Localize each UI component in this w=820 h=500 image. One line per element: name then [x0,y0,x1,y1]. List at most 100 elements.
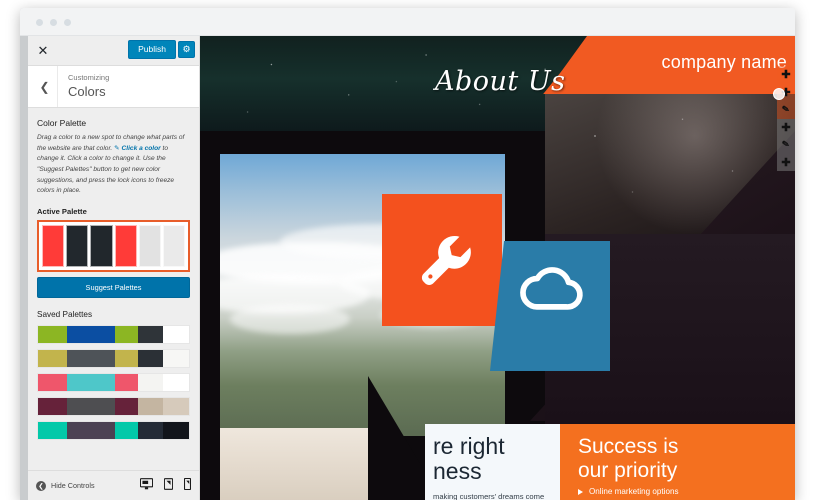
mobile-icon [183,477,192,490]
customizer-body: Color Palette Drag a color to a new spot… [28,108,199,470]
window-controls [36,19,71,26]
tablet-preview-button[interactable] [163,477,174,495]
palette-2-swatch-5 [163,350,189,368]
browser-titlebar [20,8,795,36]
saved-palettes-label: Saved Palettes [37,310,93,320]
palette-5-swatch-2 [66,422,115,440]
palette-4-swatch-4 [137,398,164,416]
hero-title: About Us [435,66,566,97]
add-section-top-button[interactable]: ✚ [773,66,795,100]
active-palette-label: Active Palette [37,207,87,217]
chevron-left-icon: ❮ [39,79,50,94]
palette-2-swatch-3 [115,350,138,368]
close-customizer-button[interactable]: ✕ [28,36,58,66]
pencil-icon: ✎ [781,138,791,150]
palette-3-swatch-5 [163,374,189,392]
palette-1-swatch-3 [115,326,138,344]
palette-3-swatch-2 [66,374,115,392]
browser-window: ✕ Publish ⚙ ❮ Customizing Colors Color P… [20,8,795,500]
palette-1-swatch-5 [163,326,189,344]
palette-3-swatch-1 [38,374,67,392]
app-root: ✕ Publish ⚙ ❮ Customizing Colors Color P… [0,0,820,500]
publish-settings-button[interactable]: ⚙ [178,40,195,58]
customizer-topbar: ✕ Publish ⚙ [28,36,199,66]
card-heading-line-1: re right [433,433,505,459]
wrench-icon [421,236,471,285]
back-button[interactable]: ❮ [32,66,58,107]
window-left-gutter [20,8,28,500]
description-text-2: to change it. Click a color to change it… [37,144,175,195]
desktop-preview-button[interactable] [139,477,154,495]
hero-orange-banner: company name [545,36,795,94]
add-section-3-button[interactable]: ✚ [777,118,795,136]
saved-palette-row[interactable] [37,349,190,369]
palette-3-swatch-3 [115,374,138,392]
palette-3-swatch-4 [137,374,164,392]
bullet-item[interactable]: Online marketing options [578,487,788,496]
palette-1-swatch-2 [66,326,115,344]
triangle-bullet-icon [578,488,583,495]
hide-controls-label: Hide Controls [51,481,95,490]
suggest-palettes-button[interactable]: Suggest Palettes [37,277,190,299]
window-dot-minimize-icon[interactable] [50,19,57,26]
site-preview[interactable]: company name About Us re right ness maki… [200,36,795,500]
edit-section-1-button[interactable]: ✎ [777,101,795,119]
success-bullet-list: Online marketing optionsMarket offline [578,487,788,500]
success-heading: Success is our priority [578,435,678,482]
saved-palette-row[interactable] [37,325,190,345]
edit-shortcut-badge[interactable] [773,88,785,100]
company-name-text: company name [661,52,787,72]
add-section-4-button[interactable]: ✚ [777,153,795,171]
card-paragraph-line-1: making customers' dreams come [433,492,545,500]
color-palette-description: Drag a color to a new spot to change wha… [37,133,190,197]
active-swatch-1[interactable] [42,225,65,268]
publish-button[interactable]: Publish [128,40,176,59]
mobile-preview-button[interactable] [183,477,192,495]
section-edit-strip: ✚ ✚ ✎ ✚ ✎ ✚ [773,66,795,171]
desktop-icon [139,477,154,489]
palette-4-swatch-3 [115,398,138,416]
saved-palette-row[interactable] [37,397,190,417]
publish-group: Publish ⚙ [128,40,195,59]
palette-2-swatch-2 [66,350,115,368]
bottom-left-photo [220,428,370,500]
window-dot-maximize-icon[interactable] [64,19,71,26]
success-heading-line-2: our priority [578,458,678,482]
saved-palette-row[interactable] [37,421,190,441]
click-a-color-link[interactable]: Click a color [121,145,160,152]
active-swatch-5[interactable] [138,225,161,268]
card-heading-line-2: ness [433,457,482,484]
active-swatch-6[interactable] [162,225,186,268]
saved-palette-row[interactable] [37,373,190,393]
palette-5-swatch-1 [38,422,67,440]
palette-2-swatch-4 [137,350,164,368]
success-heading-line-1: Success is [578,435,679,458]
saved-palettes-list [37,325,190,441]
palette-1-swatch-4 [137,326,164,344]
gear-icon: ⚙ [182,43,191,54]
card-heading: re right ness [433,434,505,484]
edit-section-2-button[interactable]: ✎ [777,136,795,154]
active-swatch-3[interactable] [90,225,113,268]
customizer-sidebar: ✕ Publish ⚙ ❮ Customizing Colors Color P… [28,36,200,500]
hide-controls-button[interactable]: ❮ Hide Controls [36,480,95,491]
pencil-icon: ✎ [114,144,120,152]
palette-4-swatch-5 [163,398,189,416]
palette-4-swatch-2 [66,398,115,416]
palette-2-swatch-1 [38,350,67,368]
page-title: Colors [68,83,106,99]
active-palette[interactable] [37,220,190,273]
color-palette-section-title: Color Palette [37,118,87,128]
plus-icon: ✚ [781,156,791,169]
cloud-feature-tile [490,241,610,371]
breadcrumb: Customizing [68,73,110,83]
active-swatch-4[interactable] [114,225,137,268]
window-dot-close-icon[interactable] [36,19,43,26]
tablet-icon [163,477,174,490]
customizer-footer: ❮ Hide Controls [28,470,199,500]
bullet-label: Online marketing options [589,487,679,496]
panel-header-texts: Customizing Colors [58,73,109,100]
active-swatch-2[interactable] [66,225,89,268]
wrench-feature-tile [382,194,502,326]
palette-5-swatch-5 [163,422,189,440]
